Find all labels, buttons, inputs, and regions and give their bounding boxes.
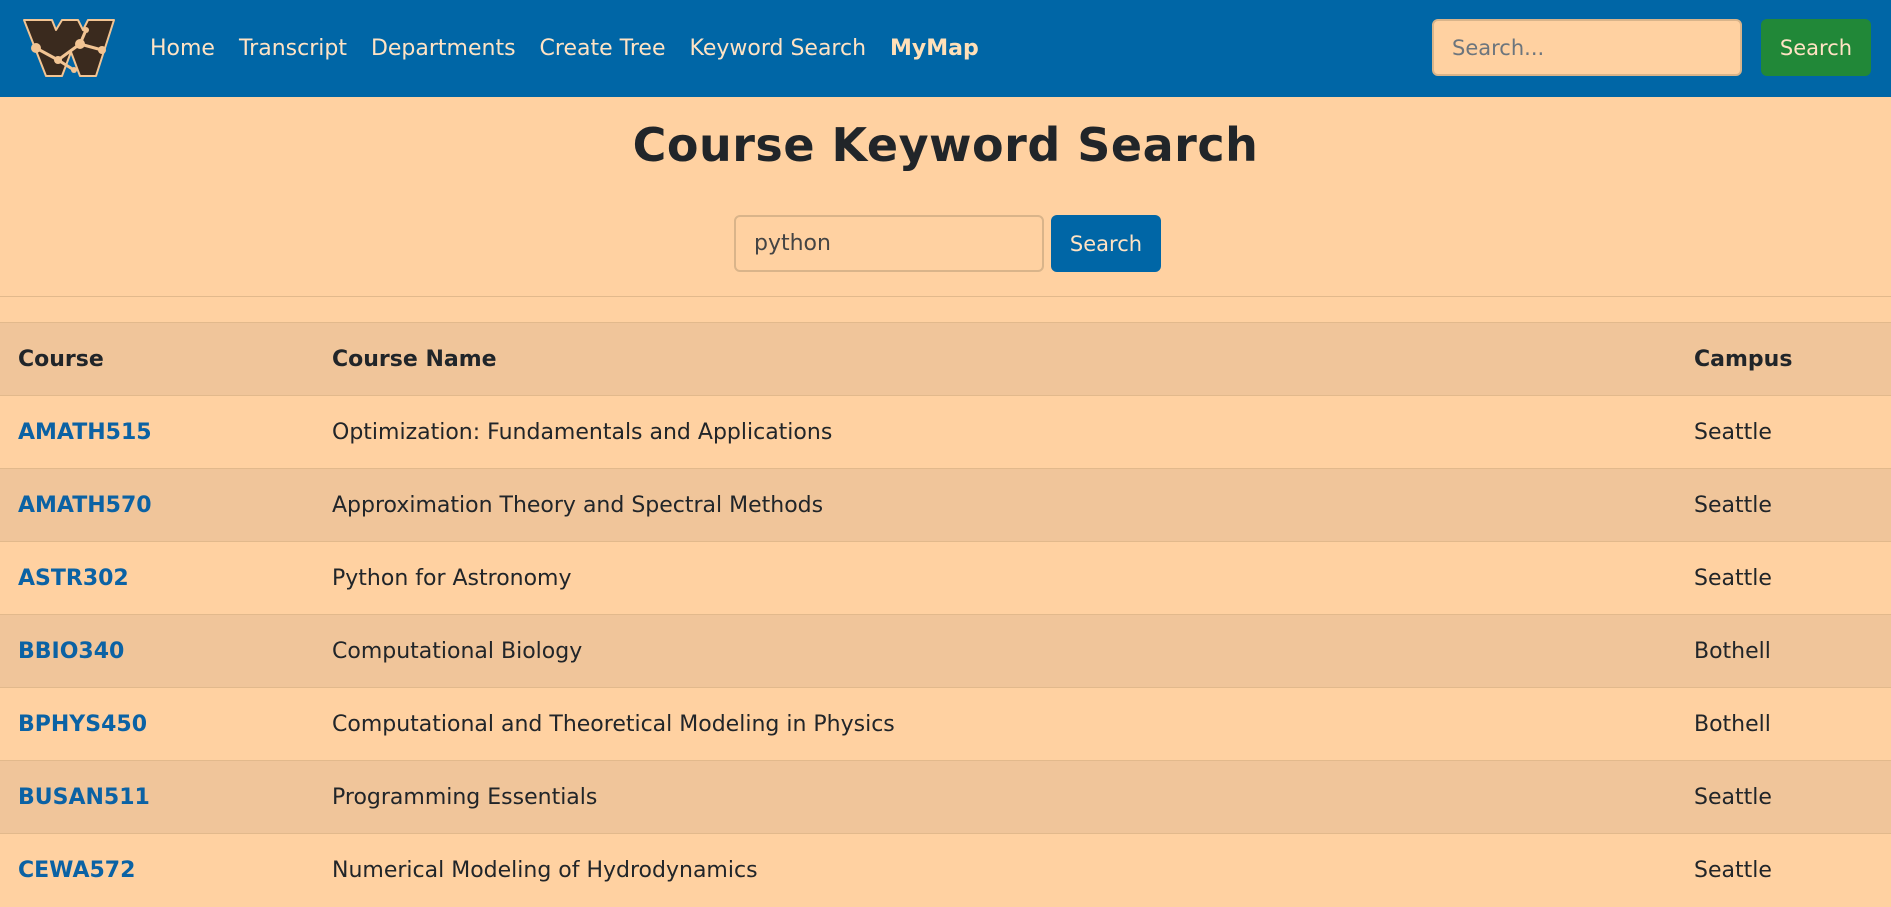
course-cell: BPHYS450: [0, 687, 314, 761]
course-cell: BUSAN511: [0, 760, 314, 834]
keyword-search-button[interactable]: Search: [1051, 215, 1161, 272]
navbar-search-input[interactable]: [1432, 19, 1742, 76]
course-link[interactable]: AMATH570: [18, 493, 152, 518]
table-row: BBIO340 Computational Biology Bothell: [0, 614, 1891, 688]
campus-cell: Seattle: [1676, 833, 1891, 907]
section-divider: [0, 296, 1891, 297]
course-cell: AMATH570: [0, 468, 314, 542]
header-course: Course: [0, 322, 314, 396]
table-row: BPHYS450 Computational and Theoretical M…: [0, 687, 1891, 761]
campus-cell: Seattle: [1676, 468, 1891, 542]
nav-mymap-link[interactable]: MyMap: [890, 36, 979, 61]
table-row: ASTR302 Python for Astronomy Seattle: [0, 541, 1891, 615]
table-row: BUSAN511 Programming Essentials Seattle: [0, 760, 1891, 834]
course-name-cell: Computational Biology: [314, 614, 1676, 688]
course-cell: BBIO340: [0, 614, 314, 688]
w-tree-logo-icon[interactable]: [22, 16, 116, 80]
course-name-cell: Computational and Theoretical Modeling i…: [314, 687, 1676, 761]
course-link[interactable]: AMATH515: [18, 420, 152, 445]
header-campus: Campus: [1676, 322, 1891, 396]
course-link[interactable]: BUSAN511: [18, 785, 150, 810]
nav-home-link[interactable]: Home: [150, 36, 215, 61]
course-cell: ASTR302: [0, 541, 314, 615]
table-header-row: Course Course Name Campus: [0, 322, 1891, 396]
nav-departments-link[interactable]: Departments: [371, 36, 516, 61]
campus-cell: Bothell: [1676, 614, 1891, 688]
course-cell: CEWA572: [0, 833, 314, 907]
course-name-cell: Numerical Modeling of Hydrodynamics: [314, 833, 1676, 907]
course-link[interactable]: ASTR302: [18, 566, 129, 591]
keyword-search-input[interactable]: [734, 215, 1044, 272]
course-cell: AMATH515: [0, 395, 314, 469]
page-title: Course Keyword Search: [632, 118, 1259, 172]
table-row: CEWA572 Numerical Modeling of Hydrodynam…: [0, 833, 1891, 907]
table-row: AMATH570 Approximation Theory and Spectr…: [0, 468, 1891, 542]
course-name-cell: Optimization: Fundamentals and Applicati…: [314, 395, 1676, 469]
campus-cell: Seattle: [1676, 395, 1891, 469]
nav-transcript-link[interactable]: Transcript: [239, 36, 347, 61]
course-name-cell: Approximation Theory and Spectral Method…: [314, 468, 1676, 542]
course-link[interactable]: BPHYS450: [18, 712, 147, 737]
course-name-cell: Programming Essentials: [314, 760, 1676, 834]
top-navbar: Home Transcript Departments Create Tree …: [0, 0, 1891, 97]
nav-keyword-search-link[interactable]: Keyword Search: [689, 36, 866, 61]
campus-cell: Seattle: [1676, 760, 1891, 834]
nav-create-tree-link[interactable]: Create Tree: [540, 36, 666, 61]
navbar-search-button[interactable]: Search: [1761, 19, 1871, 76]
course-link[interactable]: CEWA572: [18, 858, 135, 883]
results-table: Course Course Name Campus AMATH515 Optim…: [0, 322, 1891, 907]
header-course-name: Course Name: [314, 322, 1676, 396]
table-row: AMATH515 Optimization: Fundamentals and …: [0, 395, 1891, 469]
campus-cell: Bothell: [1676, 687, 1891, 761]
campus-cell: Seattle: [1676, 541, 1891, 615]
course-link[interactable]: BBIO340: [18, 639, 124, 664]
course-name-cell: Python for Astronomy: [314, 541, 1676, 615]
nav-links: Home Transcript Departments Create Tree …: [150, 0, 1003, 97]
